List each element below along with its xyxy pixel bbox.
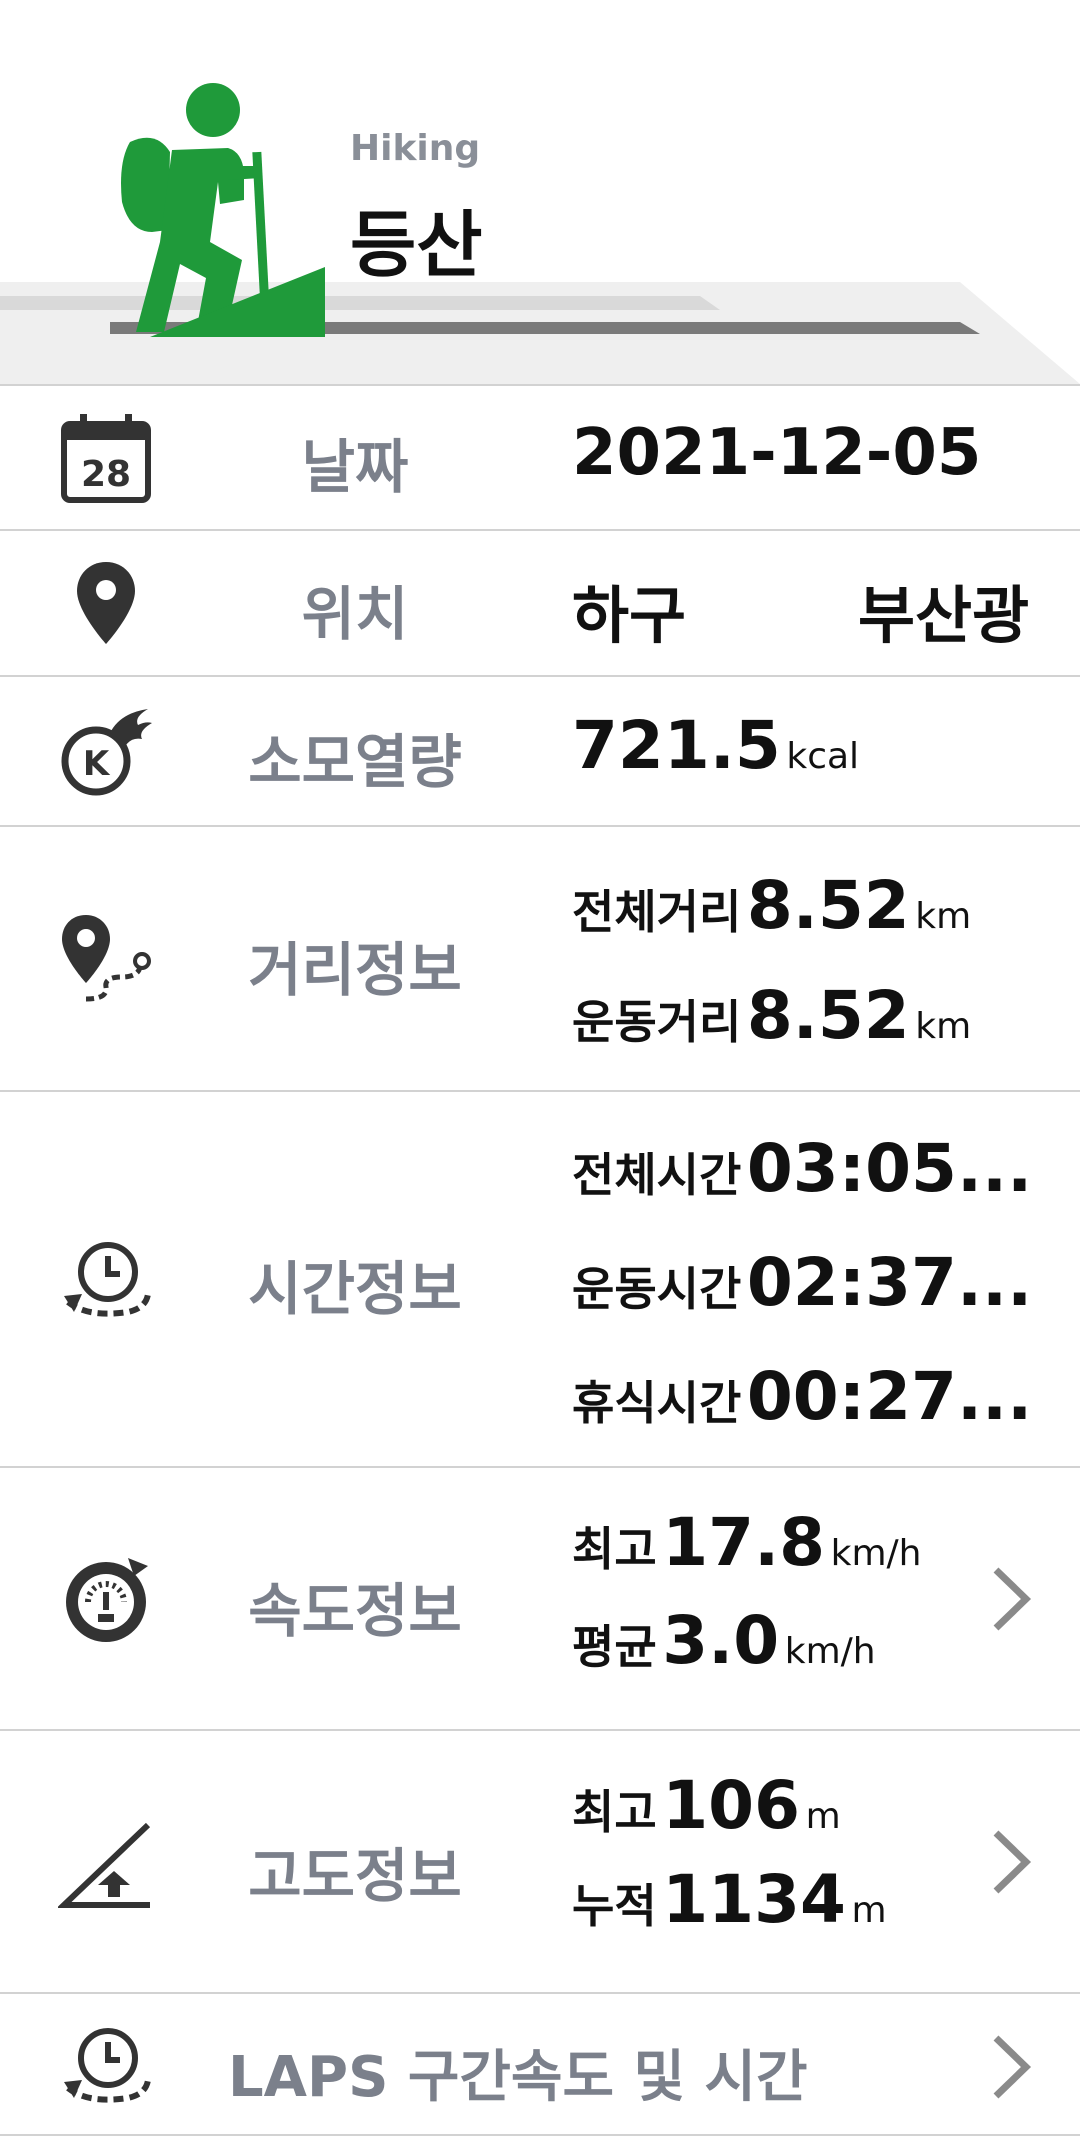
calories-row: K 소모열량 721.5 kcal bbox=[0, 675, 1080, 825]
laps-chevron-right-icon[interactable] bbox=[986, 2032, 1036, 2102]
distance-exercise-value: 8.52 bbox=[746, 977, 910, 1054]
location-row[interactable]: 위치 하구 부산광 bbox=[0, 529, 1080, 675]
calories-value-group: 721.5 kcal bbox=[572, 707, 859, 784]
route-pin-icon bbox=[56, 909, 156, 1009]
date-value: 2021-12-05 bbox=[572, 416, 982, 490]
altitude-max-key: 최고 bbox=[572, 1785, 657, 1839]
activity-header: Hiking 등산 bbox=[0, 0, 1080, 384]
speed-max-unit: km/h bbox=[830, 1533, 922, 1574]
time-rest: 휴식시간 00:27... bbox=[572, 1358, 1032, 1435]
calories-unit: kcal bbox=[786, 736, 860, 777]
activity-title: 등산 bbox=[350, 203, 483, 287]
distance-exercise-key: 운동거리 bbox=[572, 995, 742, 1049]
distance-row: 거리정보 전체거리 8.52 km 운동거리 8.52 km bbox=[0, 825, 1080, 1090]
distance-label: 거리정보 bbox=[248, 936, 462, 1004]
altitude-max-value: 106 bbox=[662, 1767, 800, 1844]
distance-total: 전체거리 8.52 km bbox=[572, 867, 971, 944]
distance-total-unit: km bbox=[915, 896, 972, 937]
date-row: 28 날짜 2021-12-05 bbox=[0, 384, 1080, 529]
time-exercise-key: 운동시간 bbox=[572, 1262, 742, 1316]
speed-row[interactable]: 속도정보 최고 17.8 km/h 평균 3.0 km/h bbox=[0, 1466, 1080, 1729]
calorie-fire-icon: K bbox=[56, 701, 156, 801]
altitude-chevron-right-icon[interactable] bbox=[986, 1827, 1036, 1897]
speed-max-value: 17.8 bbox=[662, 1504, 826, 1581]
altitude-max: 최고 106 m bbox=[572, 1767, 841, 1844]
speed-max-key: 최고 bbox=[572, 1522, 657, 1576]
speed-chevron-right-icon[interactable] bbox=[986, 1564, 1036, 1634]
activity-subtitle: Hiking bbox=[350, 128, 481, 169]
hiker-icon bbox=[121, 83, 325, 337]
time-total-key: 전체시간 bbox=[572, 1148, 742, 1202]
speedometer-icon bbox=[56, 1550, 156, 1650]
calendar-icon: 28 bbox=[56, 408, 156, 508]
calories-value: 721.5 bbox=[572, 707, 781, 784]
distance-exercise-unit: km bbox=[915, 1006, 972, 1047]
location-pin-icon bbox=[56, 553, 156, 653]
altitude-label: 고도정보 bbox=[248, 1842, 462, 1910]
speed-avg-unit: km/h bbox=[784, 1631, 876, 1672]
speed-max: 최고 17.8 km/h bbox=[572, 1504, 922, 1581]
location-value-left: 하구 bbox=[572, 579, 687, 652]
lap-clock-icon bbox=[56, 2016, 156, 2116]
time-rest-value: 00:27... bbox=[746, 1358, 1033, 1435]
calories-label: 소모열량 bbox=[248, 728, 462, 796]
time-exercise-value: 02:37... bbox=[746, 1244, 1033, 1321]
distance-exercise: 운동거리 8.52 km bbox=[572, 977, 971, 1054]
time-label: 시간정보 bbox=[248, 1255, 462, 1323]
time-exercise: 운동시간 02:37... bbox=[572, 1244, 1032, 1321]
speed-avg: 평균 3.0 km/h bbox=[572, 1602, 876, 1679]
location-label: 위치 bbox=[301, 580, 409, 648]
altitude-max-unit: m bbox=[805, 1796, 841, 1837]
time-row: 시간정보 전체시간 03:05... 운동시간 02:37... 휴식시간 00… bbox=[0, 1090, 1080, 1466]
speed-avg-value: 3.0 bbox=[662, 1602, 780, 1679]
altitude-cumulative-key: 누적 bbox=[572, 1879, 657, 1933]
altitude-slope-icon bbox=[56, 1815, 156, 1915]
altitude-cumulative-unit: m bbox=[851, 1890, 887, 1931]
laps-row[interactable]: LAPS 구간속도 및 시간 bbox=[0, 1992, 1080, 2136]
altitude-row[interactable]: 고도정보 최고 106 m 누적 1134 m bbox=[0, 1729, 1080, 1992]
svg-text:28: 28 bbox=[81, 454, 131, 495]
clock-loop-icon bbox=[56, 1230, 156, 1330]
time-total-value: 03:05... bbox=[746, 1130, 1033, 1207]
time-total: 전체시간 03:05... bbox=[572, 1130, 1032, 1207]
speed-label: 속도정보 bbox=[248, 1577, 462, 1645]
altitude-cumulative-value: 1134 bbox=[662, 1861, 846, 1938]
laps-label: LAPS 구간속도 및 시간 bbox=[228, 2045, 808, 2110]
speed-avg-key: 평균 bbox=[572, 1620, 657, 1674]
svg-text:K: K bbox=[83, 744, 111, 784]
altitude-cumulative: 누적 1134 m bbox=[572, 1861, 887, 1938]
location-value-right: 부산광 bbox=[858, 579, 1030, 652]
distance-total-value: 8.52 bbox=[746, 867, 910, 944]
date-label: 날짜 bbox=[301, 433, 409, 501]
time-rest-key: 휴식시간 bbox=[572, 1376, 742, 1430]
distance-total-key: 전체거리 bbox=[572, 885, 742, 939]
